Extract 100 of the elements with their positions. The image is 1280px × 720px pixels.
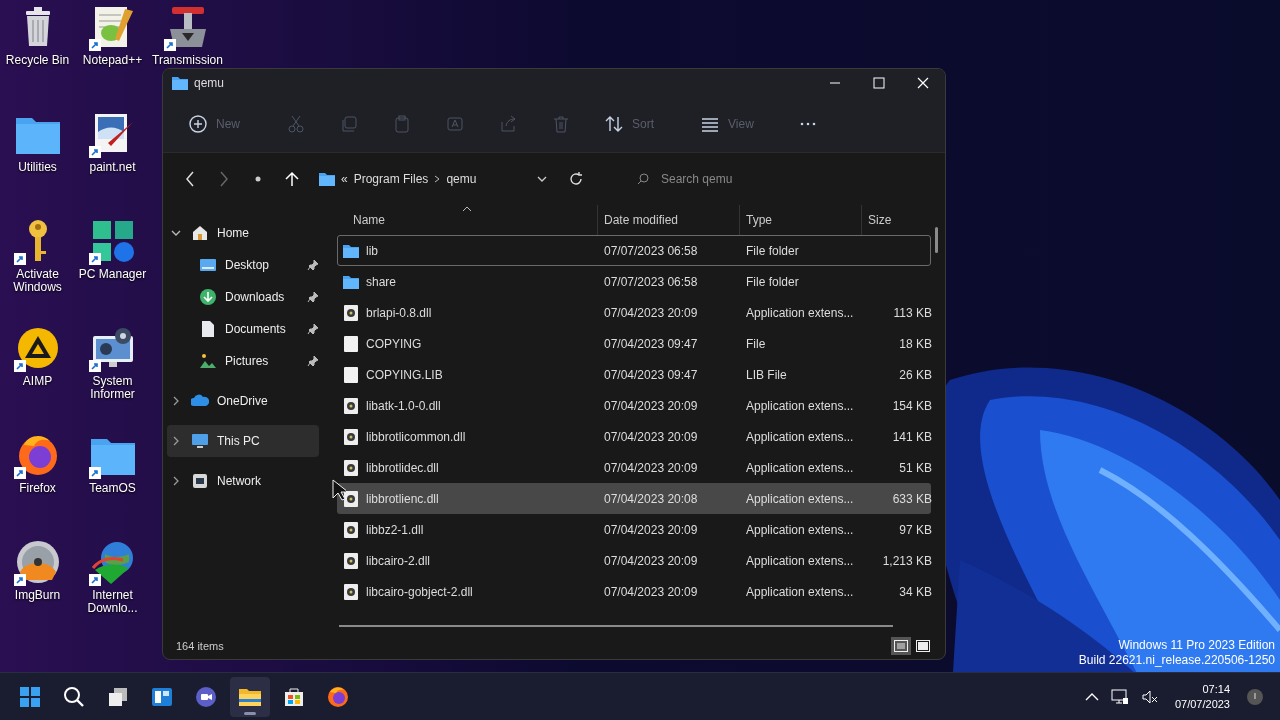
desktop-icon-label[interactable]: Notepad++ [82,54,143,67]
file-row[interactable]: COPYING.LIB 07/04/2023 09:47 LIB File 26 KB [337,359,931,390]
speaker-muted-icon[interactable] [1140,688,1159,705]
pin-icon [307,355,319,367]
dot-icon[interactable] [255,176,261,182]
file-icon [342,365,360,384]
rename-icon [445,114,465,134]
up-icon[interactable] [285,171,299,187]
nav-item[interactable]: Home [167,217,319,249]
chevron-right-icon [173,476,179,486]
desktop-icon-label[interactable]: Internet Downlo... [75,589,150,615]
file-row[interactable]: libcairo-2.dll 07/04/2023 20:09 Application extens... 1,213 KB [337,545,931,576]
file-row[interactable]: libbz2-1.dll 07/04/2023 20:09 Application extens... 97 KB [337,514,931,545]
build-text: Build 22621.ni_release.220506-1250 [1078,653,1275,668]
chat-icon [194,684,218,709]
file-icon [342,334,360,353]
dropdown-chevron-icon[interactable] [537,176,547,182]
breadcrumb[interactable]: qemu [446,172,477,186]
file-row[interactable]: libbrotlidec.dll 07/04/2023 20:09 Application extens... 51 KB [337,452,931,483]
file-row[interactable]: COPYING 07/04/2023 09:47 File 18 KB [337,328,931,359]
column-header[interactable]: Date modified [597,205,739,235]
desktop-icon-label[interactable]: ImgBurn [14,589,61,602]
notification-icon[interactable] [1246,687,1264,706]
nav-item[interactable]: Pictures [167,345,319,377]
vertical-scrollbar[interactable] [935,227,938,253]
dll-file-icon [342,520,360,539]
dll-file-icon [342,303,360,322]
chevron-right-icon [173,396,179,406]
desktop-icon-label[interactable]: Activate Windows [0,268,75,294]
file-row[interactable]: libatk-1.0-0.dll 07/04/2023 20:09 Application extens... 154 KB [337,390,931,421]
scissors-icon [286,114,306,134]
desktop-icon-label[interactable]: System Informer [75,375,150,401]
network-icon [191,472,209,490]
column-header[interactable]: Size [861,205,931,235]
desktop-icon-label[interactable]: Recycle Bin [5,54,70,67]
file-row[interactable]: libbrotlicommon.dll 07/04/2023 20:09 Application extens... 141 KB [337,421,931,452]
home-icon [191,224,209,242]
column-header[interactable]: Name [337,205,597,235]
tiles-view-button[interactable] [913,637,933,655]
horizontal-scrollbar[interactable] [339,625,893,627]
pin-icon [307,291,319,303]
more-icon [799,122,816,126]
desktop-icon-label[interactable]: AIMP [22,375,53,388]
maximize-icon[interactable] [873,76,885,89]
folder-icon [319,172,335,186]
desktop-icon-label[interactable]: Utilities [18,161,57,174]
nav-item[interactable]: This PC [167,425,319,457]
nav-item[interactable]: OneDrive [167,385,319,417]
file-row[interactable]: brlapi-0.8.dll 07/04/2023 20:09 Application extens... 113 KB [337,297,931,328]
download-icon [199,288,217,306]
chevron-up-icon[interactable] [1084,692,1099,701]
desktop-icon [199,256,217,274]
breadcrumb[interactable]: Program Files [353,172,429,186]
search-field[interactable]: Search qemu [615,163,937,195]
search-icon [62,684,86,709]
document-icon [199,320,217,338]
desktop-icon-label[interactable]: TeamOS [89,482,136,495]
nav-item[interactable]: Network [167,465,319,497]
desktop-icon-label[interactable]: PC Manager [78,268,147,281]
trash-icon [551,114,571,134]
dll-file-icon [342,489,360,508]
file-row[interactable]: libcairo-gobject-2.dll 07/04/2023 20:09 Application extens... 34 KB [337,576,931,607]
chevron-right-icon [173,436,179,446]
refresh-icon[interactable] [569,172,583,186]
details-view-button[interactable] [891,637,911,655]
column-header[interactable]: Type [739,205,861,235]
file-row[interactable]: share 07/07/2023 06:58 File folder [337,266,931,297]
item-count: 164 items [176,640,225,652]
network-icon[interactable] [1110,688,1129,705]
edition-text: Windows 11 Pro 2023 Edition [1117,638,1275,653]
chevron-down-icon [171,230,181,236]
nav-item[interactable]: Downloads [167,281,319,313]
dll-file-icon [342,427,360,446]
nav-item[interactable]: Documents [167,313,319,345]
cursor-icon [332,479,346,501]
start-icon [18,684,42,709]
dll-file-icon [342,551,360,570]
clipboard-icon [392,114,412,134]
file-row[interactable]: lib 07/07/2023 06:58 File folder [337,235,931,266]
folder-icon [172,75,188,90]
firefox-icon [326,684,350,709]
desktop-icon-label[interactable]: Firefox [19,482,56,495]
sort-icon [604,114,624,134]
forward-icon[interactable] [219,171,229,187]
desktop-icon-label[interactable]: paint.net [89,161,136,174]
dll-file-icon [342,582,360,601]
monitor-icon [191,432,209,450]
taskbar-app-button[interactable] [230,676,270,717]
file-row[interactable]: libbrotlienc.dll 07/04/2023 20:08 Application extens... 633 KB [337,483,931,514]
clock[interactable]: 07:14 07/07/2023 [1170,679,1234,714]
back-icon[interactable] [185,171,195,187]
pictures-icon [199,352,217,370]
overflow-chevron[interactable]: « [341,172,348,186]
chevron-right-icon [434,175,441,183]
share-icon [498,114,518,134]
nav-item[interactable]: Desktop [167,249,319,281]
desktop-icon-label[interactable]: Transmission [152,54,223,67]
dll-file-icon [342,396,360,415]
close-icon[interactable] [917,76,929,89]
pin-icon [307,259,319,271]
